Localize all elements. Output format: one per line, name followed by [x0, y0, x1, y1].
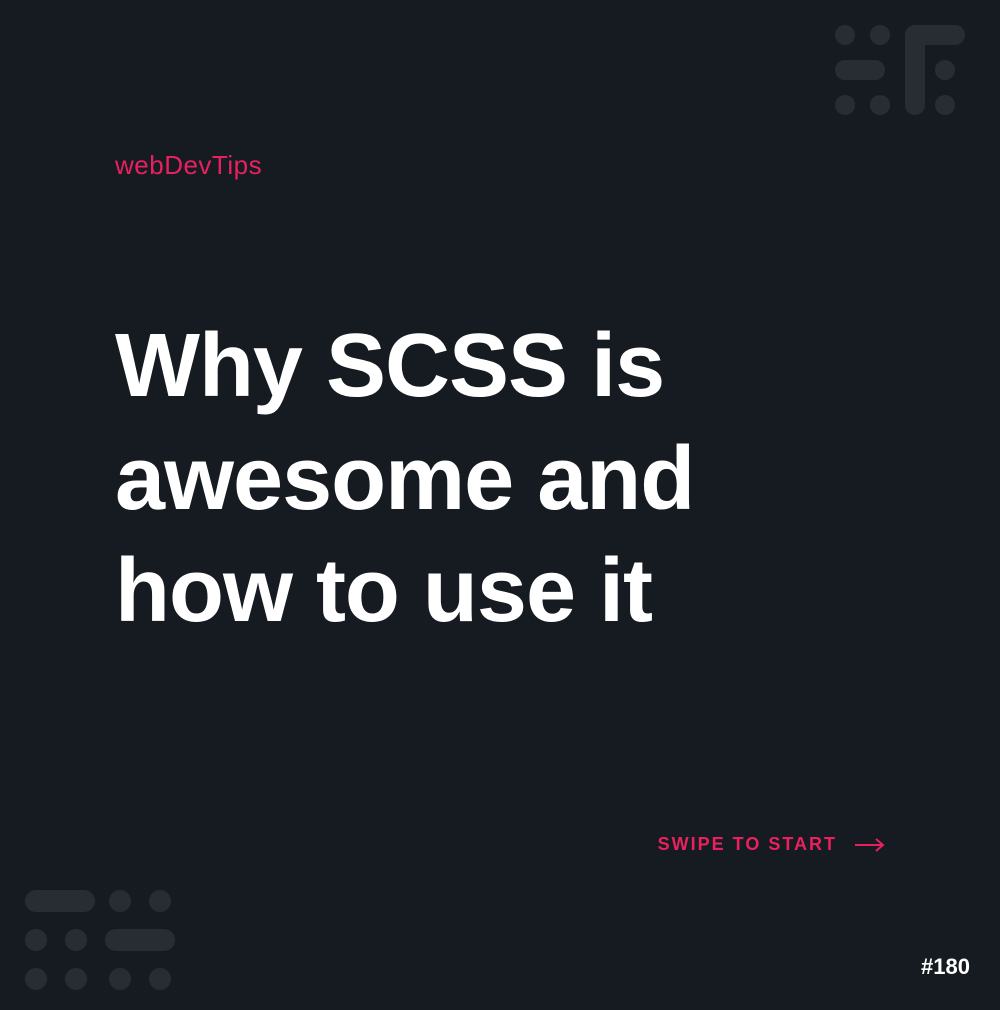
decorative-pattern-bottom — [20, 885, 190, 1010]
page-number: #180 — [921, 954, 970, 980]
arrow-right-icon — [855, 838, 885, 852]
brand-name: webDevTips — [115, 150, 262, 181]
swipe-label: SWIPE TO START — [658, 834, 837, 855]
decorative-pattern-top — [830, 20, 980, 175]
swipe-cta[interactable]: SWIPE TO START — [658, 834, 885, 855]
slide-title: Why SCSS is awesome and how to use it — [115, 310, 885, 648]
